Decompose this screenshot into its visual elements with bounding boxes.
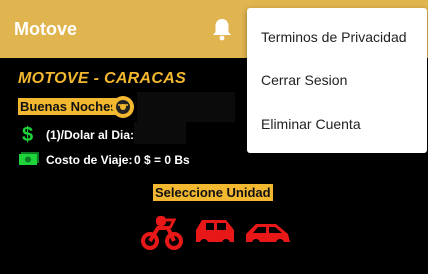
user-name-redacted [137, 92, 235, 122]
car-icon[interactable] [192, 208, 238, 252]
dollar-rate-label: (1)/Dolar al Dia: [46, 128, 135, 142]
overflow-menu: Terminos de Privacidad Cerrar Sesion Eli… [247, 8, 427, 153]
greeting-text: Buenas Noches [18, 98, 120, 115]
small-car-icon[interactable] [244, 208, 292, 252]
menu-item-logout[interactable]: Cerrar Sesion [261, 72, 347, 88]
dollar-rate-value [134, 122, 186, 144]
menu-item-delete-account[interactable]: Eliminar Cuenta [261, 116, 361, 132]
dollar-icon: $ [22, 124, 34, 146]
trip-cost-value: 0 $ = 0 Bs [134, 153, 190, 167]
app-title: Motove [14, 19, 77, 39]
motorcycle-helmet-icon [112, 96, 134, 118]
motorcycle-icon[interactable] [140, 208, 184, 252]
trip-cost-label: Costo de Viaje: [46, 153, 133, 167]
menu-item-privacy-terms[interactable]: Terminos de Privacidad [261, 29, 407, 45]
main-title: MOTOVE - CARACAS [18, 70, 187, 87]
money-bill-icon [19, 152, 39, 165]
select-unit-title: Seleccione Unidad [153, 184, 273, 201]
bell-icon[interactable] [211, 17, 233, 41]
